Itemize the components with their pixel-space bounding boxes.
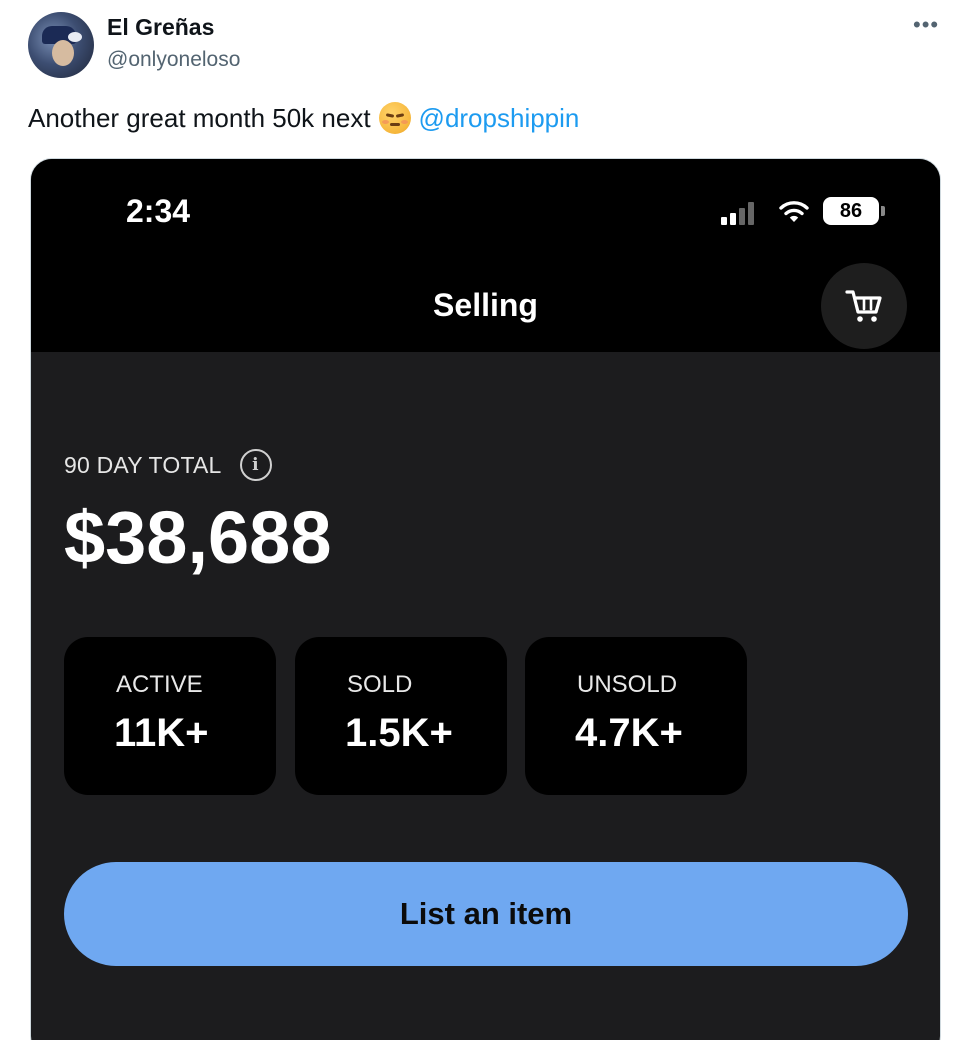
tweet: El Greñas @onlyoneloso ••• Another great… (0, 0, 964, 1040)
stat-value: 11K+ (114, 711, 209, 755)
info-icon[interactable]: i (239, 449, 272, 481)
list-an-item-button[interactable]: List an item (64, 862, 908, 966)
screen-title: Selling (433, 287, 538, 323)
avatar-face (52, 40, 74, 66)
emoji-mouth (389, 123, 400, 126)
avatar[interactable] (28, 12, 94, 78)
emoji-cheek (381, 120, 389, 124)
stat-card-sold[interactable]: SOLD 1.5K+ (295, 637, 507, 795)
emoji-cheek (400, 120, 408, 124)
battery-icon: 86 (823, 197, 879, 225)
total-label-text: 90 DAY TOTAL (64, 451, 222, 478)
avatar-glint (68, 32, 82, 42)
status-time: 2:34 (126, 193, 191, 229)
battery-tip (881, 206, 885, 216)
stat-value: 1.5K+ (345, 711, 453, 755)
total-value: $38,688 (64, 496, 332, 579)
cart-button[interactable] (821, 263, 907, 349)
attached-screenshot[interactable]: 2:34 86 Selling 90 DAY TOTAL i $38,688 A… (30, 158, 941, 1040)
stat-label: ACTIVE (116, 671, 203, 698)
cart-icon (845, 290, 882, 322)
stat-value: 4.7K+ (575, 711, 683, 755)
mention-link[interactable]: @dropshippin (419, 103, 580, 134)
stat-card-active[interactable]: ACTIVE 11K+ (64, 637, 276, 795)
stat-card-unsold[interactable]: UNSOLD 4.7K+ (525, 637, 747, 795)
author-handle[interactable]: @onlyoneloso (107, 48, 240, 72)
author-display-name[interactable]: El Greñas (107, 14, 214, 41)
stat-label: UNSOLD (577, 671, 678, 698)
pensive-face-emoji-icon (378, 102, 411, 134)
phone-top-bar: 2:34 86 Selling (31, 159, 940, 352)
more-horizontal-icon[interactable]: ••• (913, 14, 939, 36)
total-label: 90 DAY TOTAL i (64, 449, 272, 481)
wifi-icon (779, 201, 809, 222)
stat-label: SOLD (347, 671, 413, 698)
battery-level: 86 (839, 199, 863, 222)
tweet-text: Another great month 50k next @dropshippi… (28, 102, 579, 134)
tweet-body: Another great month 50k next (28, 102, 371, 133)
cellular-signal-icon (721, 199, 761, 225)
